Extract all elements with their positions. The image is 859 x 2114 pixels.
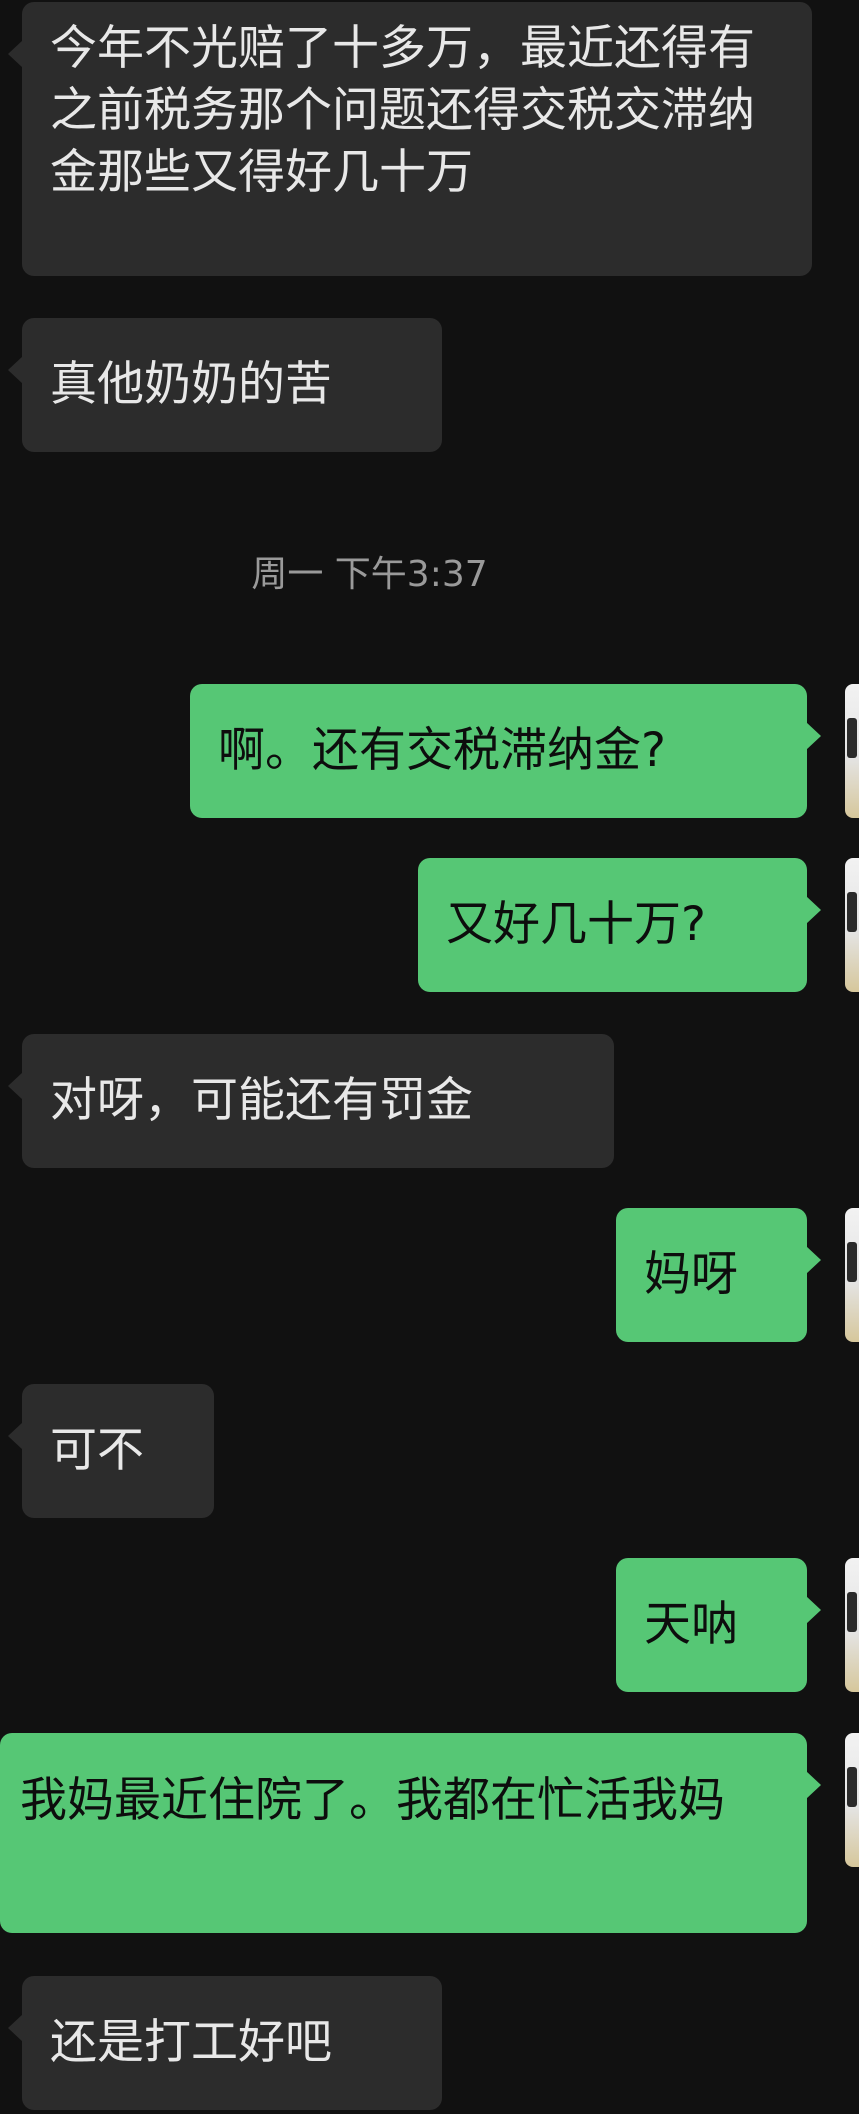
message-outgoing[interactable]: 妈呀 xyxy=(616,1208,821,1342)
message-text: 还是打工好吧 xyxy=(50,2015,332,2070)
message-outgoing[interactable]: 我妈最近住院了。我都在忙活我妈 xyxy=(0,1733,821,1933)
message-text: 又好几十万? xyxy=(446,897,706,952)
message-incoming[interactable]: 可不 xyxy=(8,1384,214,1518)
user-avatar-icon[interactable] xyxy=(845,1208,859,1342)
user-avatar-icon[interactable] xyxy=(845,1558,859,1692)
user-avatar-icon[interactable] xyxy=(845,684,859,818)
message-incoming[interactable]: 还是打工好吧 xyxy=(8,1976,442,2110)
message-text: 可不 xyxy=(50,1423,144,1478)
message-text: 今年不光赔了十多万，最近还得有之前税务那个问题还得交税交滞纳金那些又得好几十万 xyxy=(50,21,755,200)
message-incoming[interactable]: 今年不光赔了十多万，最近还得有之前税务那个问题还得交税交滞纳金那些又得好几十万 xyxy=(8,2,812,276)
message-text: 我妈最近住院了。我都在忙活我妈 xyxy=(20,1773,725,1828)
message-text: 啊。还有交税滞纳金? xyxy=(218,723,666,778)
message-timestamp: 周一 下午3:37 xyxy=(251,554,488,595)
user-avatar-icon[interactable] xyxy=(845,858,859,992)
message-text: 妈呀 xyxy=(644,1247,738,1302)
message-outgoing[interactable]: 天呐 xyxy=(616,1558,821,1692)
message-outgoing[interactable]: 啊。还有交税滞纳金? xyxy=(190,684,821,818)
message-text: 对呀，可能还有罚金 xyxy=(50,1073,473,1128)
user-avatar-icon[interactable] xyxy=(845,1733,859,1867)
message-text: 天呐 xyxy=(644,1597,738,1652)
message-incoming[interactable]: 真他奶奶的苦 xyxy=(8,318,442,452)
message-outgoing[interactable]: 又好几十万? xyxy=(418,858,821,992)
message-incoming[interactable]: 对呀，可能还有罚金 xyxy=(8,1034,614,1168)
message-text: 真他奶奶的苦 xyxy=(50,357,332,412)
